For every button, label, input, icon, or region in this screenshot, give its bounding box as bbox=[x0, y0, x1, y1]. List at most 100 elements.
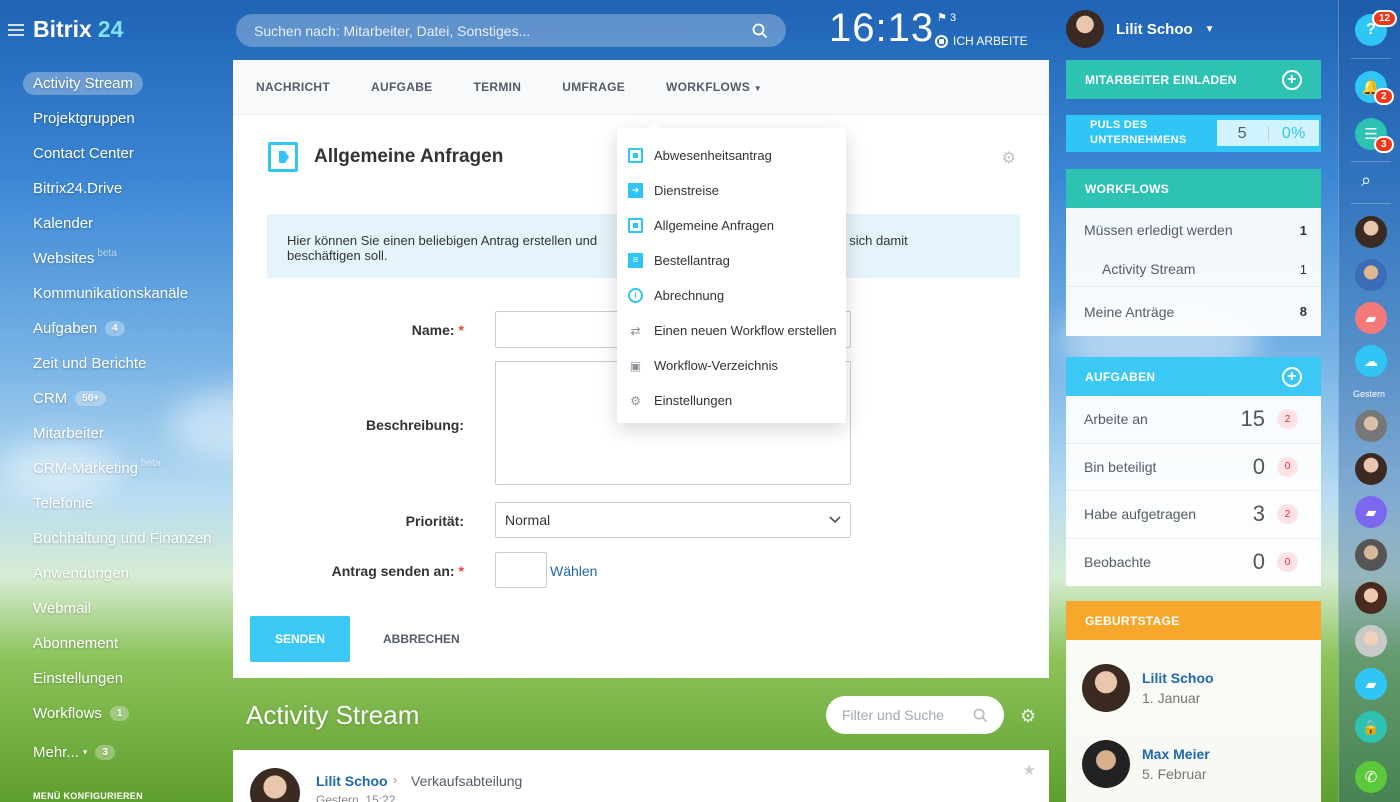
tab-umfrage[interactable]: UMFRAGE bbox=[562, 80, 625, 94]
counter-badge: 0 bbox=[1277, 456, 1298, 477]
invite-block[interactable]: MITARBEITER EINLADEN + bbox=[1066, 60, 1321, 99]
nav-item-mehr[interactable]: Mehr... ▾ 3 bbox=[22, 735, 222, 770]
avatar[interactable] bbox=[1355, 410, 1387, 442]
avatar bbox=[1082, 740, 1130, 788]
star-icon[interactable]: ★ bbox=[1023, 761, 1036, 779]
menu-item-abwesenheitsantrag[interactable]: Abwesenheitsantrag bbox=[617, 138, 846, 173]
choose-link[interactable]: Wählen bbox=[550, 563, 597, 579]
company-pulse[interactable]: PULS DES UNTERNEHMENS 5 0% bbox=[1066, 115, 1321, 152]
nav-item-aufgaben[interactable]: Aufgaben 4 bbox=[22, 311, 222, 346]
flag-counter[interactable]: ⚑ 3 bbox=[937, 11, 956, 24]
filter-search-input[interactable]: Filter und Suche bbox=[826, 696, 1004, 734]
configure-menu-link[interactable]: MENÜ KONFIGURIEREN bbox=[33, 791, 143, 801]
logo[interactable]: Bitrix 24 bbox=[8, 16, 123, 43]
task-row[interactable]: Bin beteiligt 0 0 bbox=[1066, 444, 1321, 491]
tasks-widget: AUFGABEN + Arbeite an 15 2 Bin beteiligt 0 0 … bbox=[1066, 357, 1321, 586]
menu-item-einstellungen[interactable]: ⚙ Einstellungen bbox=[617, 383, 846, 418]
avatar[interactable] bbox=[1355, 539, 1387, 571]
birthdays-header[interactable]: GEBURTSTAGE bbox=[1066, 601, 1321, 640]
avatar[interactable] bbox=[1355, 453, 1387, 485]
task-row[interactable]: Arbeite an 15 2 bbox=[1066, 396, 1321, 444]
count-badge: 1 bbox=[109, 706, 130, 721]
plus-icon[interactable]: + bbox=[1282, 69, 1302, 90]
user-menu[interactable]: Lilit Schoo ▼ bbox=[1066, 10, 1215, 48]
gear-icon[interactable]: ⚙ bbox=[1020, 706, 1036, 727]
nav-item-crm[interactable]: CRM 50+ bbox=[22, 381, 222, 416]
avatar[interactable] bbox=[1355, 216, 1387, 248]
user-name: Lilit Schoo bbox=[1116, 20, 1193, 38]
workflow-row[interactable]: Activity Stream 1 bbox=[1066, 252, 1321, 287]
workflows-header[interactable]: WORKFLOWS bbox=[1066, 169, 1321, 208]
send-button[interactable]: SENDEN bbox=[250, 616, 350, 662]
birthdays-widget: GEBURTSTAGE Lilit Schoo 1. Januar Max Mei… bbox=[1066, 601, 1321, 802]
nav-item-kalender[interactable]: Kalender bbox=[22, 206, 222, 241]
tasks-header[interactable]: AUFGABEN + bbox=[1066, 357, 1321, 396]
menu-item-allgemeine-anfragen[interactable]: Allgemeine Anfragen bbox=[617, 208, 846, 243]
plus-icon[interactable]: + bbox=[1282, 366, 1302, 387]
activity-stream-title: Activity Stream bbox=[246, 700, 420, 730]
nav-item-einstellungen[interactable]: Einstellungen bbox=[22, 661, 222, 696]
menu-item-dienstreise[interactable]: ➔ Dienstreise bbox=[617, 173, 846, 208]
flag-icon: ⚑ bbox=[937, 12, 947, 24]
edit-icon bbox=[628, 148, 643, 163]
search-icon[interactable]: ⌕ bbox=[1361, 170, 1371, 191]
menu-item-bestellantrag[interactable]: ≡ Bestellantrag bbox=[617, 243, 846, 278]
menu-item-new-workflow[interactable]: ⇄ Einen neuen Workflow erstellen bbox=[617, 313, 846, 348]
avatar[interactable] bbox=[1355, 259, 1387, 291]
avatar[interactable] bbox=[250, 768, 300, 802]
search-input[interactable]: Suchen nach: Mitarbeiter, Datei, Sonstig… bbox=[236, 14, 786, 47]
phone-icon[interactable]: ✆ bbox=[1355, 761, 1387, 793]
birthday-item[interactable]: Max Meier 5. Februar bbox=[1066, 726, 1321, 802]
nav-item-drive[interactable]: Bitrix24.Drive bbox=[22, 171, 222, 206]
nav-item-zeit[interactable]: Zeit und Berichte bbox=[22, 346, 222, 381]
nav-item-projektgruppen[interactable]: Projektgruppen bbox=[22, 101, 222, 136]
work-status[interactable]: ICH ARBEITE bbox=[935, 34, 1028, 48]
counter-badge: 0 bbox=[1277, 552, 1298, 573]
nav-item-activity-stream[interactable]: Activity Stream bbox=[22, 66, 222, 101]
help-badge: 12 bbox=[1372, 10, 1398, 27]
gear-icon[interactable]: ⚙ bbox=[1002, 148, 1016, 168]
post-destination[interactable]: Verkaufsabteilung bbox=[411, 773, 522, 789]
menu-icon[interactable] bbox=[8, 23, 24, 36]
menu-item-workflow-verzeichnis[interactable]: ▣ Workflow-Verzeichnis bbox=[617, 348, 846, 383]
post-author[interactable]: Lilit Schoo bbox=[316, 773, 388, 789]
search-icon[interactable] bbox=[752, 23, 768, 39]
cancel-button[interactable]: ABBRECHEN bbox=[383, 632, 460, 646]
nav-item-workflows[interactable]: Workflows 1 bbox=[22, 696, 222, 731]
nav-item-telefonie[interactable]: Telefonie bbox=[22, 486, 222, 521]
nav-item-webmail[interactable]: Webmail bbox=[22, 591, 222, 626]
workflow-row[interactable]: Meine Anträge 8 bbox=[1066, 287, 1321, 336]
megaphone-icon[interactable]: ▰ bbox=[1355, 496, 1387, 528]
nav-item-anwendungen[interactable]: Anwendungen bbox=[22, 556, 222, 591]
workflow-row[interactable]: Müssen erledigt werden 1 bbox=[1066, 208, 1321, 252]
lock-icon[interactable]: 🔒 bbox=[1355, 711, 1387, 743]
nav-item-websites[interactable]: Websites beta bbox=[22, 241, 222, 276]
invite-header[interactable]: MITARBEITER EINLADEN + bbox=[1066, 60, 1321, 99]
workflows-widget: WORKFLOWS Müssen erledigt werden 1 Activi… bbox=[1066, 169, 1321, 336]
nav-item-kommunikationskanaele[interactable]: Kommunikationskanäle bbox=[22, 276, 222, 311]
tab-nachricht[interactable]: NACHRICHT bbox=[256, 80, 330, 94]
task-row[interactable]: Habe aufgetragen 3 2 bbox=[1066, 491, 1321, 539]
tab-termin[interactable]: TERMIN bbox=[473, 80, 521, 94]
right-rail: ? 12 🔔 2 ☰ 3 ⌕ ▰ ☁ Gestern ▰ ▰ 🔒 ✆ bbox=[1338, 0, 1400, 802]
megaphone-icon[interactable]: ▰ bbox=[1355, 668, 1387, 700]
nav-item-mitarbeiter[interactable]: Mitarbeiter bbox=[22, 416, 222, 451]
nav-item-contact-center[interactable]: Contact Center bbox=[22, 136, 222, 171]
avatar[interactable] bbox=[1355, 582, 1387, 614]
clock[interactable]: 16:13 bbox=[829, 6, 934, 51]
nav-item-buchhaltung[interactable]: Buchhaltung und Finanzen bbox=[22, 521, 222, 556]
birthday-item[interactable]: Lilit Schoo 1. Januar bbox=[1066, 650, 1321, 726]
megaphone-icon[interactable]: ▰ bbox=[1355, 302, 1387, 334]
recipient-field[interactable] bbox=[495, 552, 547, 588]
tab-aufgabe[interactable]: AUFGABE bbox=[371, 80, 432, 94]
request-icon bbox=[628, 218, 643, 233]
nav-item-crm-marketing[interactable]: CRM-Marketing beta bbox=[22, 451, 222, 486]
search-icon[interactable] bbox=[973, 708, 988, 723]
priority-select[interactable]: Normal bbox=[495, 502, 851, 538]
nav-item-abonnement[interactable]: Abonnement bbox=[22, 626, 222, 661]
cloud-icon[interactable]: ☁ bbox=[1355, 345, 1387, 377]
task-row[interactable]: Beobachte 0 0 bbox=[1066, 539, 1321, 587]
tab-workflows[interactable]: WORKFLOWS ▼ bbox=[666, 80, 762, 94]
avatar[interactable] bbox=[1355, 625, 1387, 657]
menu-item-abrechnung[interactable]: i Abrechnung bbox=[617, 278, 846, 313]
